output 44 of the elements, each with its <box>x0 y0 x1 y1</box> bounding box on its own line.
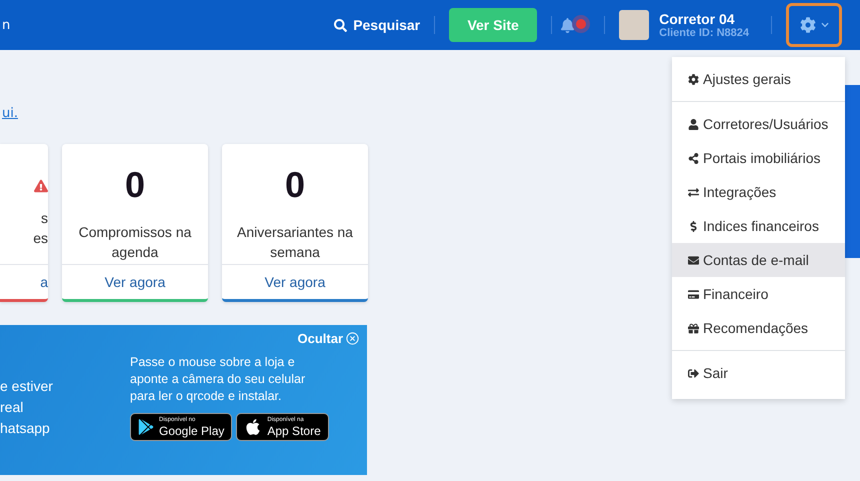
header-text: n <box>2 18 10 32</box>
exit-icon <box>688 368 699 378</box>
menu-item[interactable]: Sair <box>672 356 845 390</box>
share-icon <box>688 152 699 164</box>
menu-item[interactable]: Contas de e-mail <box>672 243 845 277</box>
dollar-icon <box>688 220 699 232</box>
stat-label: s es <box>33 209 48 248</box>
stat-label: Compromissos na agenda <box>78 223 192 262</box>
menu-item[interactable]: Financeiro <box>672 277 845 311</box>
close-icon <box>345 331 360 346</box>
user-icon <box>688 118 699 130</box>
menu-item[interactable]: Indices financeiros <box>672 209 845 243</box>
banner-instructions: Passe o mouse sobre a loja e aponte a câmera do seu celular para ler o qrcode e instalar. <box>130 354 306 405</box>
stat-label: Aniversariantes na semana <box>237 223 353 262</box>
search-button[interactable]: Pesquisar <box>328 17 426 33</box>
apple-icon <box>244 418 262 436</box>
view-now-link[interactable]: Ver agora <box>222 265 368 299</box>
avatar-placeholder[interactable] <box>619 10 650 40</box>
menu-item[interactable]: Portais imobiliários <box>672 141 845 175</box>
view-now-link[interactable]: Ver agora <box>62 265 208 299</box>
user-name: Corretor 04 <box>659 11 736 27</box>
play-icon <box>138 419 154 435</box>
banner-text: hatsapp <box>0 418 51 438</box>
gear-icon <box>688 74 699 84</box>
arrows-icon <box>688 186 699 198</box>
bell-icon <box>560 18 576 32</box>
menu-item[interactable]: Ajustes gerais <box>672 62 845 96</box>
stat-number: 0 <box>124 164 146 207</box>
stat-number: 0 <box>284 164 306 207</box>
chevron-down-icon <box>820 21 828 29</box>
search-icon <box>334 18 348 32</box>
gift-icon <box>688 322 699 334</box>
settings-icon <box>800 17 816 33</box>
settings-button[interactable] <box>786 3 842 47</box>
banner-text: real <box>0 398 24 416</box>
envelope-icon <box>688 254 699 266</box>
menu-item[interactable]: Corretores/Usuários <box>672 107 845 141</box>
client-id: Cliente ID: N8824 <box>659 27 749 39</box>
menu-item[interactable]: Recomendações <box>672 311 845 345</box>
link[interactable]: ui. <box>2 106 18 122</box>
banner-text: e estiver <box>0 376 54 396</box>
menu-item[interactable]: Integrações <box>672 175 845 209</box>
card-icon <box>688 288 699 300</box>
view-now-link[interactable]: a <box>0 265 48 299</box>
